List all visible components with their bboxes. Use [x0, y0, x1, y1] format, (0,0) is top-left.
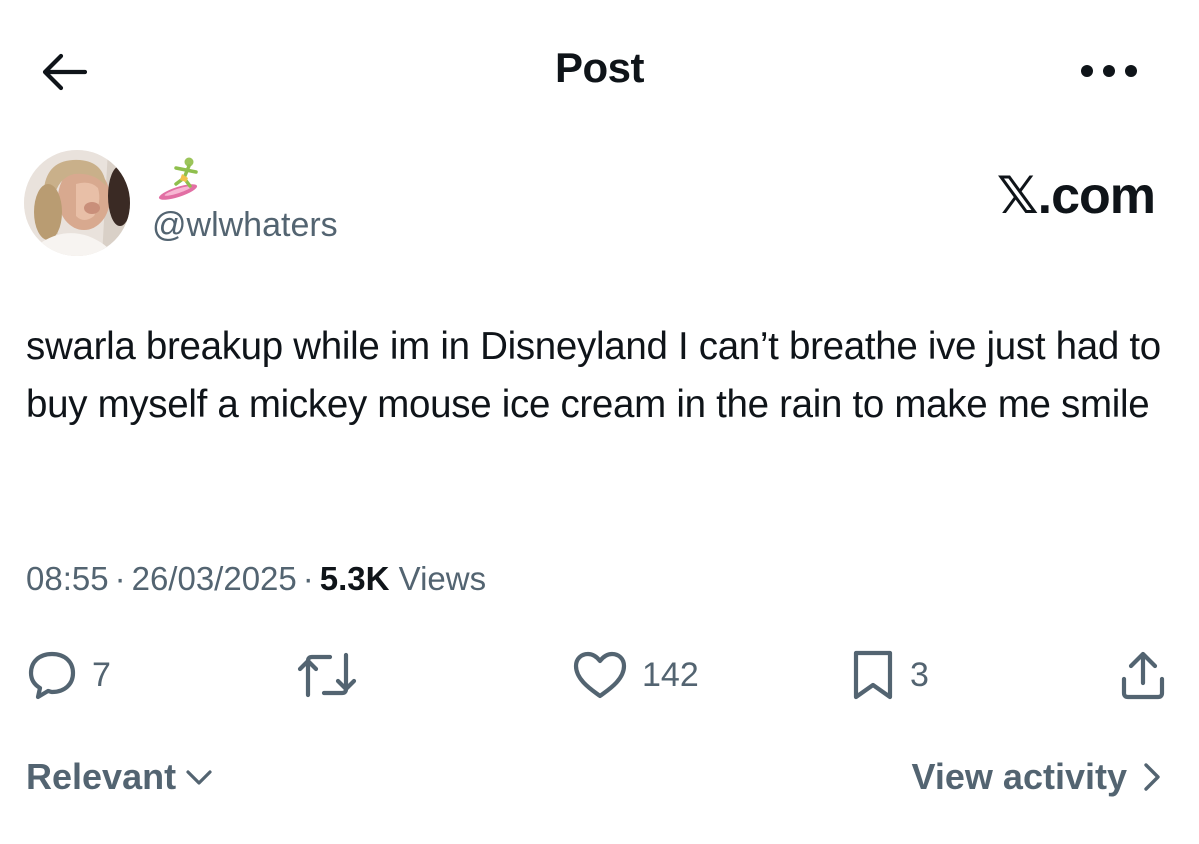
heart-icon [573, 651, 627, 699]
repost-icon [297, 652, 357, 698]
action-bar: 7 142 3 [0, 640, 1199, 710]
reply-icon [28, 651, 76, 700]
sort-label: Relevant [26, 756, 177, 797]
meta-separator: · [114, 560, 126, 597]
post-date[interactable]: 26/03/2025 [132, 560, 297, 597]
repost-button[interactable] [296, 640, 372, 710]
chevron-right-icon [1144, 763, 1160, 791]
bookmark-icon [853, 650, 893, 700]
avatar[interactable] [24, 150, 130, 256]
post-text: swarla breakup while im in Disneyland I … [26, 325, 1161, 426]
more-horizontal-icon [1081, 65, 1137, 77]
bookmark-button[interactable]: 3 [850, 640, 929, 710]
view-activity-label: View activity [911, 756, 1127, 797]
more-options-button[interactable] [1076, 56, 1142, 86]
meta-separator: · [302, 560, 314, 597]
author-handle[interactable]: @wlwhaters [152, 206, 338, 245]
post-time[interactable]: 08:55 [26, 560, 109, 597]
page-title: Post [554, 44, 645, 91]
x-com-logo: 𝕏.com [996, 167, 1156, 225]
replies-controls: Relevant View activity [0, 750, 1199, 810]
like-button[interactable]: 142 [572, 640, 699, 710]
views-count: 5.3K [319, 560, 390, 597]
reply-button[interactable]: 7 [26, 640, 111, 710]
surfer-emoji-icon [156, 156, 204, 200]
top-bar: Post [0, 0, 1199, 140]
view-activity-link[interactable]: View activity [912, 756, 1163, 798]
reply-count: 7 [92, 655, 111, 694]
post-meta: 08:55 · 26/03/2025 · 5.3K Views [26, 560, 486, 598]
views-label: Views [398, 560, 487, 597]
share-button[interactable] [1118, 640, 1168, 710]
post-page: Post @wlwhaters 𝕏.com swarla breakup whi… [0, 0, 1199, 844]
bookmark-count: 3 [910, 655, 929, 694]
share-icon [1121, 651, 1165, 700]
chevron-down-icon [186, 770, 212, 785]
avatar-photo [24, 150, 130, 256]
post-author: @wlwhaters [24, 150, 524, 260]
sort-replies-button[interactable]: Relevant [26, 756, 214, 798]
like-count: 142 [642, 655, 699, 694]
